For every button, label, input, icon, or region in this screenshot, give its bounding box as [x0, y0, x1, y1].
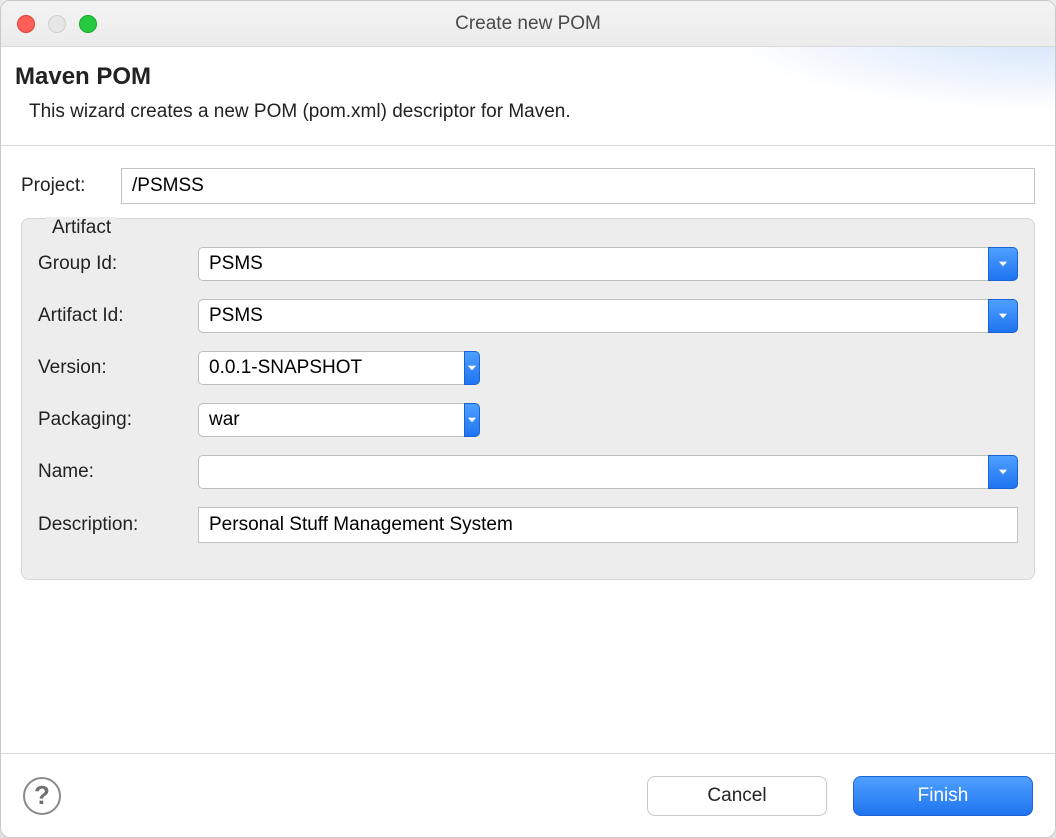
- chevron-down-icon: [465, 413, 479, 427]
- artifact-id-dropdown-button[interactable]: [988, 299, 1018, 333]
- name-combo: [198, 455, 1018, 489]
- titlebar: Create new POM: [1, 1, 1055, 47]
- group-id-label: Group Id:: [38, 253, 188, 275]
- window-controls: [17, 15, 97, 33]
- finish-button[interactable]: Finish: [853, 776, 1033, 816]
- group-id-input[interactable]: [198, 247, 988, 281]
- packaging-label: Packaging:: [38, 409, 188, 431]
- artifact-id-input[interactable]: [198, 299, 988, 333]
- help-icon[interactable]: ?: [23, 777, 61, 815]
- chevron-down-icon: [996, 309, 1010, 323]
- artifact-group: Artifact Group Id: Artifact Id: Versi: [21, 218, 1035, 580]
- description-label: Description:: [38, 514, 188, 536]
- cancel-button[interactable]: Cancel: [647, 776, 827, 816]
- project-row: Project:: [21, 168, 1035, 204]
- wizard-title: Maven POM: [15, 63, 1029, 91]
- chevron-down-icon: [465, 361, 479, 375]
- project-label: Project:: [21, 175, 107, 197]
- zoom-window-icon[interactable]: [79, 15, 97, 33]
- description-input[interactable]: [198, 507, 1018, 543]
- chevron-down-icon: [996, 257, 1010, 271]
- minimize-window-icon: [48, 15, 66, 33]
- chevron-down-icon: [996, 465, 1010, 479]
- wizard-body: Project: Artifact Group Id: Artifact Id:: [1, 146, 1055, 753]
- name-label: Name:: [38, 461, 188, 483]
- wizard-header: Maven POM This wizard creates a new POM …: [1, 47, 1055, 146]
- group-id-dropdown-button[interactable]: [988, 247, 1018, 281]
- group-id-combo: [198, 247, 1018, 281]
- version-label: Version:: [38, 357, 188, 379]
- version-combo: [198, 351, 464, 385]
- wizard-description: This wizard creates a new POM (pom.xml) …: [29, 101, 1029, 123]
- version-input[interactable]: [198, 351, 464, 385]
- packaging-combo: [198, 403, 464, 437]
- artifact-legend: Artifact: [46, 217, 117, 239]
- artifact-id-combo: [198, 299, 1018, 333]
- wizard-footer: ? Cancel Finish: [1, 753, 1055, 837]
- dialog-title: Create new POM: [455, 13, 601, 35]
- packaging-dropdown-button[interactable]: [464, 403, 480, 437]
- dialog-window: Create new POM Maven POM This wizard cre…: [0, 0, 1056, 838]
- close-window-icon[interactable]: [17, 15, 35, 33]
- name-input[interactable]: [198, 455, 988, 489]
- version-dropdown-button[interactable]: [464, 351, 480, 385]
- artifact-id-label: Artifact Id:: [38, 305, 188, 327]
- packaging-input[interactable]: [198, 403, 464, 437]
- project-input[interactable]: [121, 168, 1035, 204]
- name-dropdown-button[interactable]: [988, 455, 1018, 489]
